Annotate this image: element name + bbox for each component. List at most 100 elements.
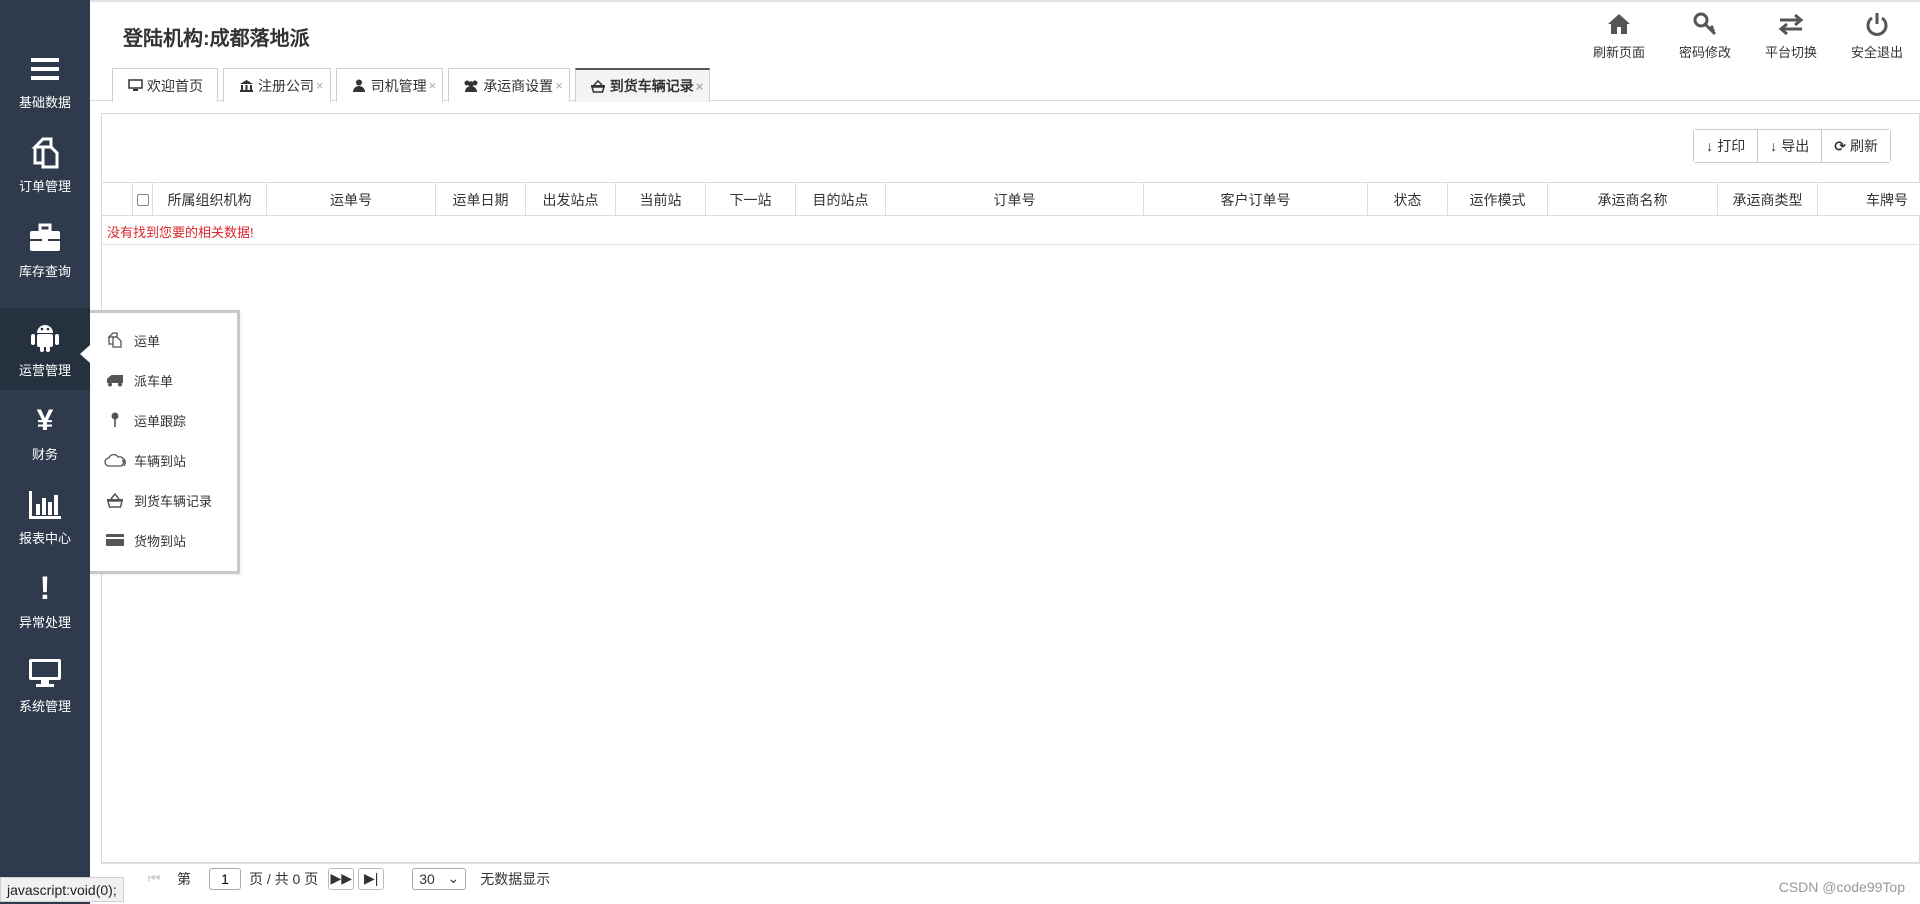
basket-icon [104, 492, 126, 508]
next-page-button[interactable]: ▶▶ [328, 867, 355, 890]
last-page-button[interactable]: ▶| [358, 867, 385, 890]
submenu-item-tracking[interactable]: 运单跟踪 [104, 408, 186, 432]
sidebar-item-operations[interactable]: 运营管理 [0, 308, 90, 390]
submenu-label: 货物到站 [134, 533, 187, 549]
page-number-input[interactable] [209, 867, 241, 890]
column-header[interactable]: 运作模式 [1448, 183, 1548, 215]
sidebar-item-reports[interactable]: 报表中心 [0, 476, 90, 558]
submenu-item-dispatch[interactable]: 派车单 [104, 368, 173, 392]
column-rownum [102, 183, 133, 215]
column-header[interactable]: 目的站点 [796, 183, 886, 215]
switch-platform-label: 平台切换 [1764, 45, 1817, 60]
submenu-item-arrival-records[interactable]: 到货车辆记录 [104, 488, 212, 512]
sidebar-item-label: 系统管理 [18, 698, 71, 714]
copy-documents-icon [104, 332, 126, 348]
export-label: 导出 [1781, 138, 1810, 154]
refresh-page-button[interactable]: 刷新页面 [1576, 10, 1662, 61]
page-count-text: 页 / 共 0 页 [249, 870, 319, 887]
change-password-label: 密码修改 [1678, 45, 1731, 60]
submenu-item-goods-arrival[interactable]: 货物到站 [104, 528, 186, 552]
pager-info: 无数据显示 [480, 870, 551, 887]
change-password-button[interactable]: 密码修改 [1662, 10, 1748, 61]
page-size-select[interactable]: 30 ⌄ [412, 867, 467, 890]
submenu-label: 运单 [134, 333, 161, 349]
pagination-bar: ⏮ 第 页 / 共 0 页 ▶▶ ▶| 30 ⌄ 无数据显示 [101, 863, 1920, 893]
switch-platform-button[interactable]: 平台切换 [1748, 10, 1834, 61]
row-divider [102, 244, 1920, 245]
tab-welcome[interactable]: 欢迎首页 [112, 68, 218, 102]
column-header[interactable]: 下一站 [706, 183, 796, 215]
tab-register-company[interactable]: 注册公司 × [223, 68, 331, 102]
sidebar-item-system[interactable]: 系统管理 [0, 644, 90, 726]
arrow-down-icon: ↓ [1706, 138, 1714, 154]
tab-bar: 欢迎首页 注册公司 × 司机管理 × 承运商设置 × 到货车辆记录 × [112, 68, 715, 102]
select-all-cell [133, 183, 153, 215]
column-header[interactable]: 客户订单号 [1144, 183, 1368, 215]
desktop-icon [127, 79, 143, 93]
tab-arrival-vehicle-records[interactable]: 到货车辆记录 × [574, 68, 711, 102]
refresh-label: 刷新 [1850, 138, 1878, 154]
menu-lines-icon [28, 52, 62, 86]
chevron-down-icon: ⌄ [447, 870, 460, 886]
refresh-icon: ⟳ [1834, 137, 1846, 154]
column-header[interactable]: 出发站点 [526, 183, 616, 215]
sidebar-item-basic-data[interactable]: 基础数据 [0, 40, 90, 122]
column-header[interactable]: 运单号 [267, 183, 436, 215]
column-header[interactable]: 状态 [1368, 183, 1448, 215]
page-title: 登陆机构:成都落地派 [123, 28, 310, 50]
logout-label: 安全退出 [1850, 45, 1903, 60]
bank-icon [238, 79, 254, 93]
android-icon [28, 320, 62, 354]
flyout-pointer [80, 345, 90, 363]
tab-carrier-settings[interactable]: 承运商设置 × [448, 68, 570, 102]
close-icon[interactable]: × [429, 78, 437, 93]
sidebar-item-label: 财务 [31, 446, 58, 462]
sidebar-item-exceptions[interactable]: ! 异常处理 [0, 560, 90, 642]
monitor-icon [28, 656, 62, 690]
column-header[interactable]: 运单日期 [436, 183, 526, 215]
sidebar-item-finance[interactable]: ¥ 财务 [0, 392, 90, 474]
sidebar-item-orders[interactable]: 订单管理 [0, 124, 90, 206]
operations-submenu: 运单 派车单 运单跟踪 车辆到站 到货车辆记录 货物到站 [90, 310, 240, 574]
page-size-value: 30 [419, 870, 435, 887]
submenu-label: 运单跟踪 [134, 413, 187, 429]
close-icon[interactable]: × [316, 78, 324, 93]
sidebar-item-label: 异常处理 [18, 614, 71, 630]
users-icon [463, 79, 479, 93]
select-all-checkbox[interactable] [136, 193, 149, 206]
submenu-label: 派车单 [134, 373, 174, 389]
close-icon[interactable]: × [696, 79, 704, 94]
tab-driver-management[interactable]: 司机管理 × [335, 68, 444, 102]
sidebar-item-inventory[interactable]: 库存查询 [0, 209, 90, 291]
print-button[interactable]: ↓ 打印 [1694, 130, 1758, 162]
logout-button[interactable]: 安全退出 [1834, 10, 1920, 61]
column-header[interactable]: 承运商名称 [1548, 183, 1718, 215]
swap-arrows-icon [1777, 10, 1805, 38]
column-header[interactable]: 所属组织机构 [153, 183, 267, 215]
refresh-button[interactable]: ⟳ 刷新 [1821, 130, 1890, 162]
empty-message: 没有找到您要的相关数据! [107, 225, 254, 240]
map-pin-icon [104, 412, 126, 428]
print-label: 打印 [1717, 138, 1746, 154]
submenu-item-vehicle-arrival[interactable]: 车辆到站 [104, 448, 186, 472]
close-icon[interactable]: × [555, 78, 563, 93]
content-panel: ↓ 打印 ↓ 导出 ⟳ 刷新 所属组织机构 运单号 运单日期 出发站点 当前站 … [101, 113, 1920, 863]
bar-chart-icon [28, 488, 62, 522]
basket-icon [590, 79, 606, 93]
header: 登陆机构:成都落地派 刷新页面 密码修改 平台切换 安全退出 欢迎首页 注册公司… [90, 0, 1920, 102]
export-button[interactable]: ↓ 导出 [1757, 130, 1822, 162]
submenu-item-waybill[interactable]: 运单 [104, 328, 160, 352]
first-page-button[interactable]: ⏮ [141, 868, 167, 890]
sidebar: 基础数据 订单管理 库存查询 运营管理 ¥ 财务 报表中心 ! 异常处理 系统管… [0, 0, 90, 904]
column-header[interactable]: 车牌号 [1818, 183, 1920, 215]
column-header[interactable]: 承运商类型 [1718, 183, 1818, 215]
column-header[interactable]: 当前站 [616, 183, 706, 215]
home-icon [1605, 10, 1633, 38]
column-header[interactable]: 订单号 [886, 183, 1144, 215]
sidebar-item-label: 报表中心 [18, 530, 71, 546]
tab-label: 到货车辆记录 [609, 78, 694, 94]
tab-label: 注册公司 [258, 77, 314, 94]
copy-documents-icon [28, 136, 62, 170]
watermark: CSDN @code99Top [1778, 879, 1905, 895]
user-icon [351, 79, 367, 93]
